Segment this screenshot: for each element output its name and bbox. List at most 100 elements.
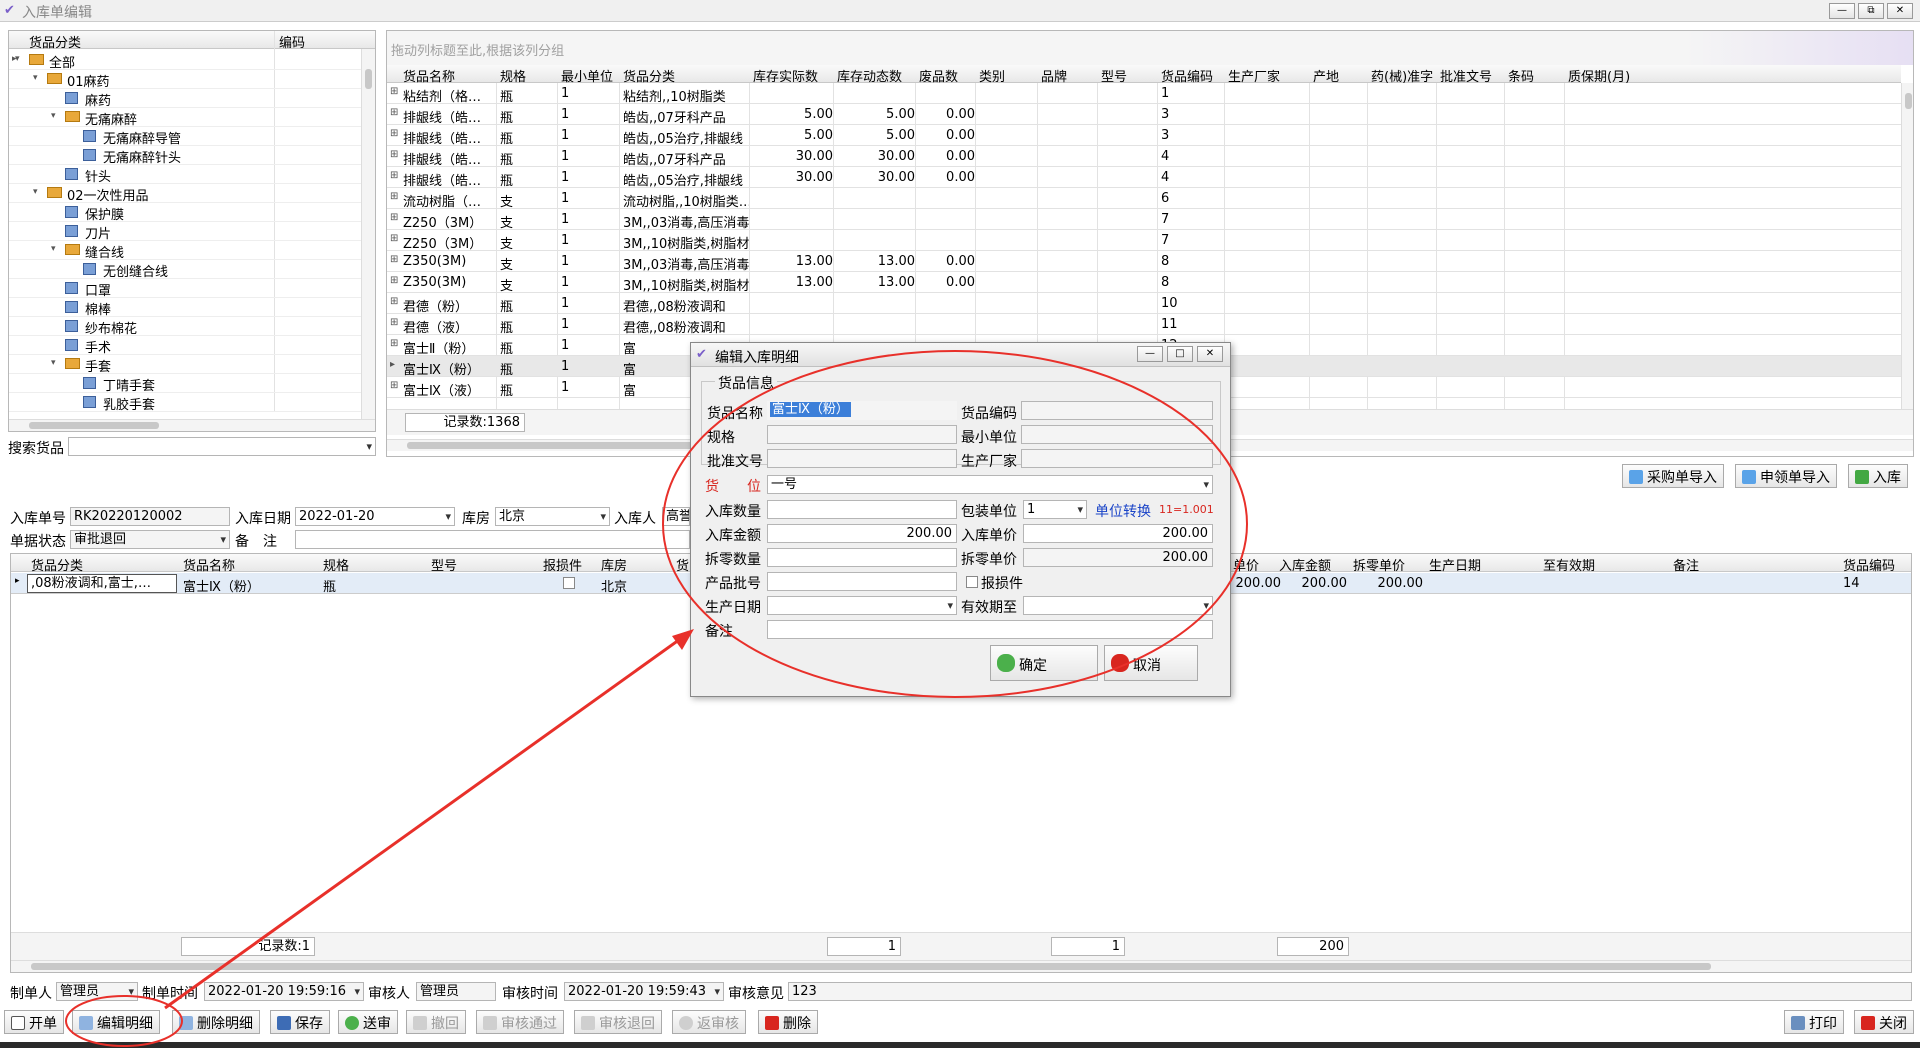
- dlg-pack-select[interactable]: 1: [1023, 500, 1087, 519]
- dlg-expiry-picker[interactable]: [1023, 596, 1213, 615]
- dlg-damaged-checkbox[interactable]: [966, 576, 978, 588]
- dlg-ok-button[interactable]: 确定: [990, 645, 1098, 681]
- expand-row-icon[interactable]: ⊞: [390, 149, 398, 160]
- expand-row-icon[interactable]: ⊞: [390, 338, 398, 349]
- date-picker[interactable]: 2022-01-20: [295, 507, 455, 526]
- tree-item[interactable]: ▸ ▾ 全部: [9, 51, 361, 71]
- tree-item[interactable]: 乳胶手套: [9, 393, 361, 413]
- tree-item[interactable]: 丁晴手套: [9, 374, 361, 394]
- tree-item[interactable]: 口罩: [9, 279, 361, 299]
- submit-button[interactable]: 送审: [338, 1010, 398, 1034]
- goods-row[interactable]: ⊞ 排龈线（皓… 瓶 1 皓齿,,05治疗,排龈线 5.00 5.00 0.00 3: [387, 125, 1901, 147]
- detail-col-prod-date[interactable]: 生产日期: [1429, 555, 1481, 574]
- tree-item[interactable]: ▾ 缝合线: [9, 241, 361, 261]
- save-button[interactable]: 保存: [270, 1010, 330, 1034]
- warehouse-select[interactable]: 北京: [495, 507, 610, 526]
- dlg-split-qty-input[interactable]: [767, 548, 957, 567]
- delete-detail-button[interactable]: 删除明细: [172, 1010, 260, 1034]
- expand-row-icon[interactable]: ⊞: [390, 275, 398, 286]
- audit-reject-button[interactable]: 审核退回: [574, 1010, 662, 1034]
- tree-item[interactable]: 无创缝合线: [9, 260, 361, 280]
- dialog-maximize-button[interactable]: □: [1167, 346, 1193, 362]
- dlg-price-input[interactable]: 200.00: [1023, 524, 1213, 543]
- detail-col-expiry[interactable]: 至有效期: [1543, 555, 1595, 574]
- purchase-import-button[interactable]: 采购单导入: [1622, 464, 1724, 488]
- goods-row[interactable]: ⊞ 君德（粉） 瓶 1 君德,,08粉液调和 10: [387, 293, 1901, 315]
- expand-row-icon[interactable]: ⊞: [390, 107, 398, 118]
- tree-item[interactable]: 刀片: [9, 222, 361, 242]
- close-button[interactable]: 关闭: [1854, 1010, 1914, 1034]
- group-panel[interactable]: 拖动列标题至此,根据该列分组: [387, 31, 1913, 65]
- goods-row[interactable]: ⊞ Z350(3M) 支 1 3M,,10树脂类,树脂材料 13.00 13.00 0.00 8: [387, 272, 1901, 294]
- open-button[interactable]: 开单: [4, 1010, 64, 1034]
- dlg-remark-input[interactable]: [767, 620, 1213, 639]
- unit-convert-link[interactable]: 单位转换: [1095, 501, 1151, 521]
- tree-item[interactable]: 保护膜: [9, 203, 361, 223]
- minimize-button[interactable]: —: [1829, 3, 1855, 19]
- detail-col-spec[interactable]: 规格: [323, 555, 349, 574]
- detail-scrollbar-h[interactable]: [11, 960, 1911, 972]
- expand-toggle-icon[interactable]: ▾: [51, 111, 56, 121]
- dialog-minimize-button[interactable]: —: [1137, 346, 1163, 362]
- goods-row[interactable]: ⊞ 君德（液） 瓶 1 君德,,08粉液调和 11: [387, 314, 1901, 336]
- goods-row[interactable]: ⊞ 粘结剂（格… 瓶 1 粘结剂,,10树脂类 1: [387, 83, 1901, 105]
- tree-col-code[interactable]: 编码: [279, 32, 305, 51]
- inbound-button[interactable]: 入库: [1848, 464, 1908, 488]
- detail-col-remark[interactable]: 备注: [1673, 555, 1699, 574]
- expand-toggle-icon[interactable]: ▾: [51, 358, 56, 368]
- detail-col-price[interactable]: 单价: [1233, 555, 1259, 574]
- detail-col-name[interactable]: 货品名称: [183, 555, 235, 574]
- detail-col-model[interactable]: 型号: [431, 555, 457, 574]
- expand-row-icon[interactable]: ⊞: [390, 317, 398, 328]
- tree-item[interactable]: ▾ 01麻药: [9, 70, 361, 90]
- tree-item[interactable]: ▾ 无痛麻醉: [9, 108, 361, 128]
- tree-col-category[interactable]: 货品分类: [29, 32, 81, 51]
- delete-button[interactable]: 删除: [758, 1010, 818, 1034]
- tree-item[interactable]: 针头: [9, 165, 361, 185]
- apply-import-button[interactable]: 申领单导入: [1735, 464, 1837, 488]
- dlg-amount-input[interactable]: 200.00: [767, 524, 957, 543]
- expand-toggle-icon[interactable]: ▾: [51, 244, 56, 254]
- search-input[interactable]: [68, 437, 376, 456]
- restore-button[interactable]: ⧉: [1858, 3, 1884, 19]
- detail-col-split-price[interactable]: 拆零单价: [1353, 555, 1405, 574]
- tree-item[interactable]: 纱布棉花: [9, 317, 361, 337]
- expand-toggle-icon[interactable]: ▾: [15, 54, 20, 64]
- unaudit-button[interactable]: 返审核: [672, 1010, 746, 1034]
- goods-scrollbar-v[interactable]: [1901, 83, 1913, 409]
- tree-scrollbar-h[interactable]: [9, 419, 375, 431]
- goods-row[interactable]: ⊞ 排龈线（皓… 瓶 1 皓齿,,07牙科产品 30.00 30.00 0.00 4: [387, 146, 1901, 168]
- dlg-location-select[interactable]: 一号: [767, 475, 1213, 494]
- audit-pass-button[interactable]: 审核通过: [476, 1010, 564, 1034]
- expand-row-icon[interactable]: ⊞: [390, 296, 398, 307]
- dlg-prod-date-picker[interactable]: [767, 596, 957, 615]
- tree-item[interactable]: 麻药: [9, 89, 361, 109]
- expand-row-icon[interactable]: ⊞: [390, 233, 398, 244]
- damaged-checkbox[interactable]: [563, 577, 575, 589]
- goods-row[interactable]: ⊞ 排龈线（皓… 瓶 1 皓齿,,07牙科产品 5.00 5.00 0.00 3: [387, 104, 1901, 126]
- expand-row-icon[interactable]: ⊞: [390, 212, 398, 223]
- order-no-field[interactable]: RK20220120002: [70, 507, 230, 526]
- revoke-button[interactable]: 撤回: [406, 1010, 466, 1034]
- dlg-qty-input[interactable]: [767, 500, 957, 519]
- dlg-batch-input[interactable]: [767, 572, 957, 591]
- goods-row[interactable]: ⊞ Z250（3M） 支 1 3M,,10树脂类,树脂材料 7: [387, 230, 1901, 252]
- tree-item[interactable]: 棉棒: [9, 298, 361, 318]
- remark-field[interactable]: [295, 530, 690, 549]
- detail-col-category[interactable]: 货品分类: [31, 555, 83, 574]
- tree-item[interactable]: 手术: [9, 336, 361, 356]
- detail-category-cell[interactable]: ,08粉液调和,富士,…: [27, 574, 177, 593]
- person-field[interactable]: 高誉: [662, 507, 690, 526]
- edit-detail-button[interactable]: 编辑明细: [72, 1010, 160, 1034]
- tree-item[interactable]: ▾ 手套: [9, 355, 361, 375]
- detail-col-code[interactable]: 货品编码: [1843, 555, 1895, 574]
- goods-row[interactable]: ⊞ 流动树脂（… 支 1 流动树脂,,10树脂类… 6: [387, 188, 1901, 210]
- row-indicator-icon[interactable]: ▸: [390, 359, 395, 370]
- tree-item[interactable]: 无痛麻醉针头: [9, 146, 361, 166]
- expand-row-icon[interactable]: ⊞: [390, 380, 398, 391]
- goods-row[interactable]: ⊞ Z250（3M） 支 1 3M,,03消毒,高压消毒用 7: [387, 209, 1901, 231]
- detail-col-amount[interactable]: 入库金额: [1279, 555, 1331, 574]
- expand-toggle-icon[interactable]: ▾: [33, 73, 38, 83]
- tree-item[interactable]: ▾ 02一次性用品: [9, 184, 361, 204]
- expand-toggle-icon[interactable]: ▾: [33, 187, 38, 197]
